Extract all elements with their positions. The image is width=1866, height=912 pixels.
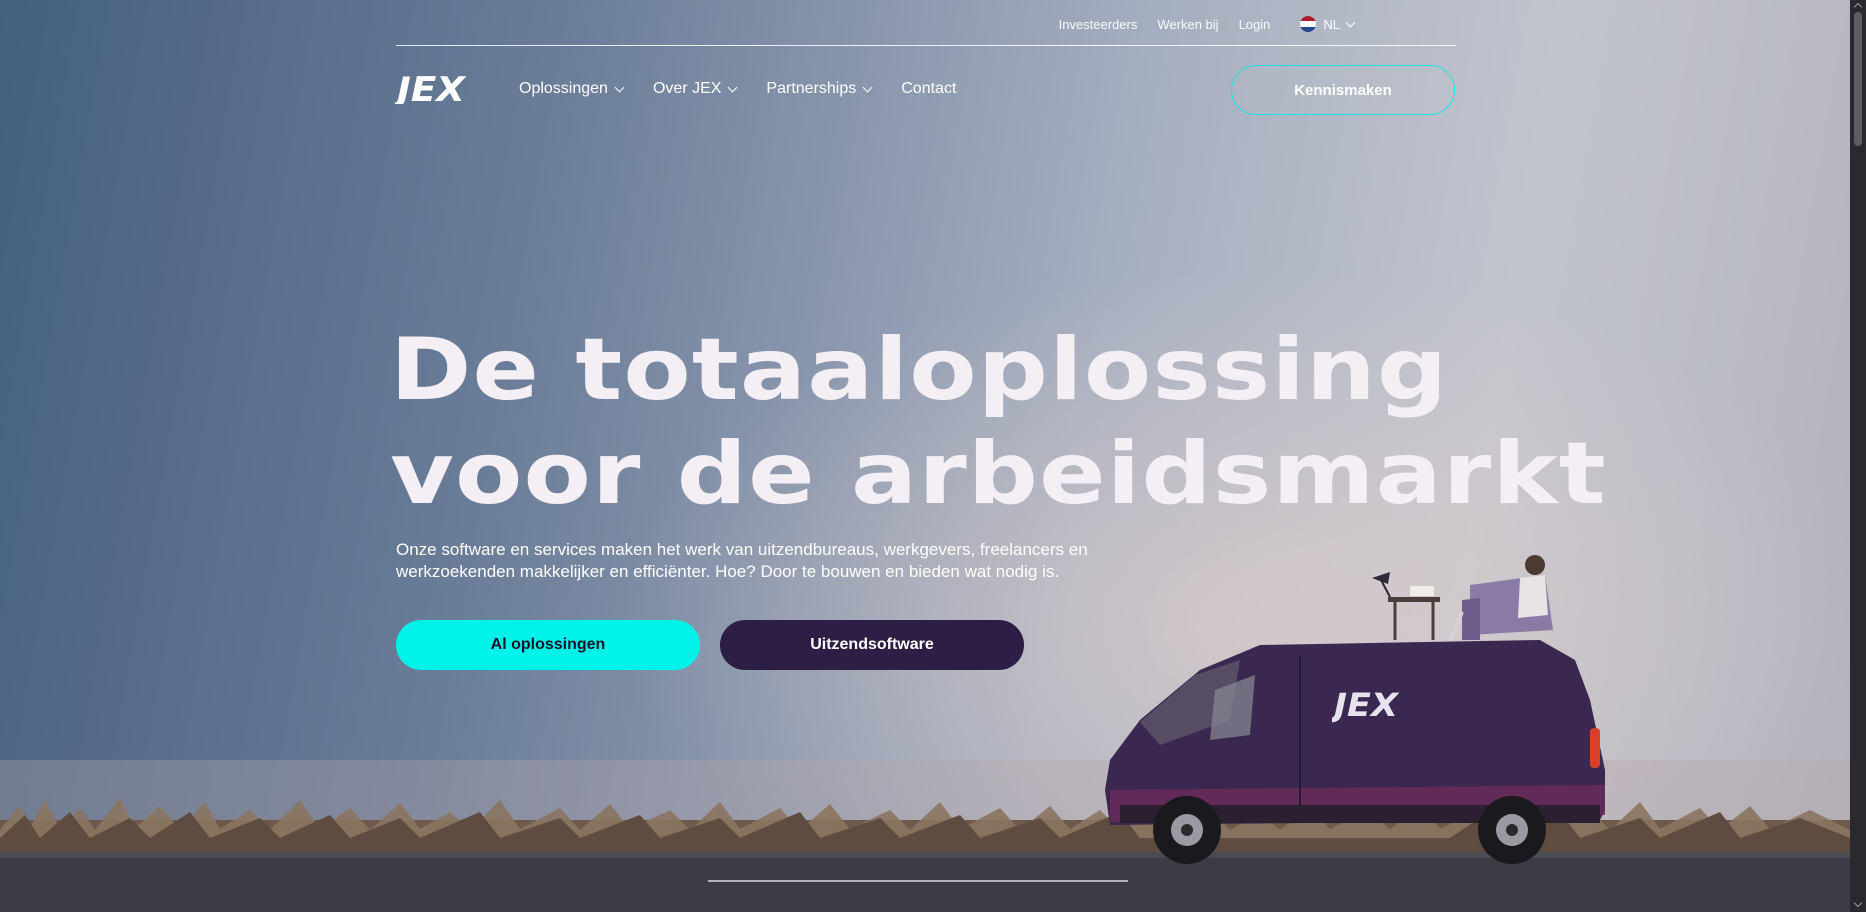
utility-link-login[interactable]: Login (1239, 17, 1271, 32)
scroll-down-icon[interactable] (1853, 898, 1863, 908)
header-divider (396, 45, 1456, 46)
utility-nav: Investeerders Werken bij Login NL (1059, 14, 1356, 34)
hero-headline: De totaaloplossing voor de arbeidsmarkt (390, 318, 1607, 526)
headline-line-2: voor de arbeidsmarkt (390, 424, 1607, 524)
kennismaken-button[interactable]: Kennismaken (1231, 65, 1455, 115)
language-selector[interactable]: NL (1300, 16, 1356, 32)
netherlands-flag-icon (1300, 16, 1317, 32)
hero-subtext: Onze software en services maken het werk… (396, 539, 1156, 583)
utility-link-werken-bij[interactable]: Werken bij (1157, 17, 1218, 32)
van-logo-text: JEX (1332, 686, 1399, 724)
language-code: NL (1323, 16, 1340, 32)
chevron-down-icon (1345, 17, 1356, 27)
jex-logo[interactable]: JEX (395, 70, 467, 104)
headline-line-1: De totaaloplossing (390, 320, 1449, 420)
nav-item-partnerships[interactable]: Partnerships (766, 80, 873, 98)
nav-label: Over JEX (652, 80, 722, 97)
scrollbar-thumb[interactable] (1854, 12, 1862, 146)
subtext-line-1: Onze software en services maken het werk… (396, 540, 1088, 559)
nav-item-oplossingen[interactable]: Oplossingen (519, 80, 625, 98)
all-solutions-button[interactable]: Al oplossingen (396, 620, 700, 670)
chevron-down-icon (614, 82, 625, 92)
chevron-down-icon (727, 82, 738, 92)
van-jex-logo: JEX (1332, 686, 1399, 724)
utility-link-investeerders[interactable]: Investeerders (1059, 17, 1138, 32)
hero-section: Investeerders Werken bij Login NL JEX Op… (0, 0, 1850, 912)
nav-item-contact[interactable]: Contact (901, 80, 956, 98)
nav-label: Contact (901, 80, 957, 97)
nav-label: Oplossingen (519, 80, 608, 97)
uitzendsoftware-button[interactable]: Uitzendsoftware (720, 620, 1024, 670)
subtext-line-2: werkzoekenden makkelijker en efficiënter… (396, 562, 1060, 581)
logo-text: JEX (395, 70, 467, 104)
nav-label: Partnerships (766, 80, 857, 97)
chevron-down-icon (862, 82, 873, 92)
main-nav: Oplossingen Over JEX Partnerships Contac… (519, 80, 956, 98)
scroll-up-icon[interactable] (1853, 2, 1863, 12)
nav-item-over-jex[interactable]: Over JEX (652, 80, 738, 98)
page-scrollbar[interactable] (1850, 0, 1866, 912)
